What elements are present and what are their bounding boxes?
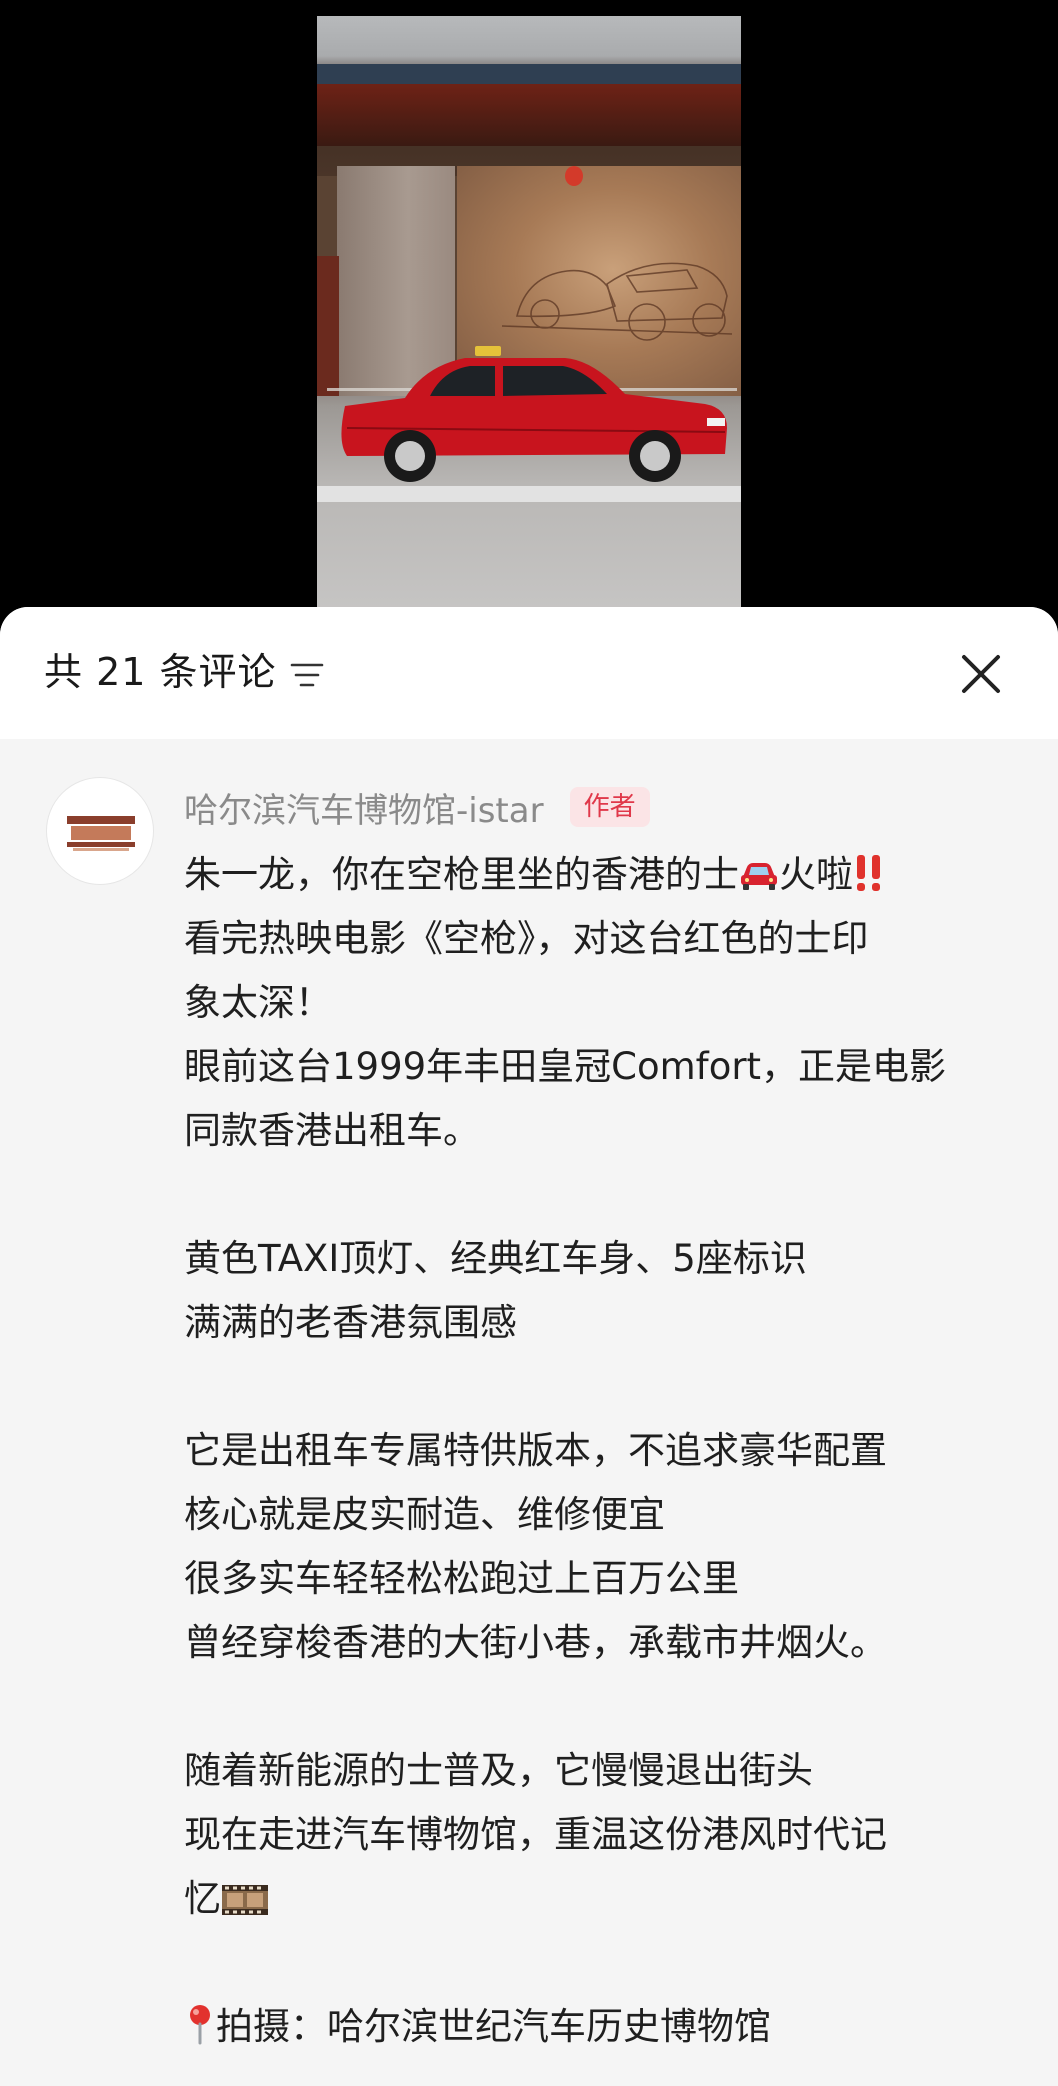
comment-line [184, 1931, 1020, 1995]
comment-count: 共 21 条评论 [44, 650, 277, 694]
comment-line: 随着新能源的士普及，它慢慢退出街头 [184, 1749, 813, 1792]
film-strip-icon [222, 1885, 268, 1915]
ceiling-red-trim [317, 84, 741, 146]
comment-line-text: 朱一龙，你在空枪里坐的香港的士 [184, 853, 739, 896]
comment-line: 拍摄：哈尔滨世纪汽车历史博物馆 [184, 1995, 1020, 2059]
video-player[interactable] [0, 0, 1058, 640]
comment-line: 看完热映电影《空枪》，对这台红色的士印 [184, 917, 869, 960]
comment-line [184, 1355, 1020, 1419]
author-badge: 作者 [569, 787, 650, 827]
red-car-emoji-icon [741, 863, 777, 890]
comment-line: 它是出租车专属特供版本，不追求豪华配置 [184, 1429, 887, 1472]
ceiling-band [317, 64, 741, 84]
museum-logo-icon [67, 816, 135, 851]
comment-line [184, 1163, 1020, 1227]
display-platform [317, 486, 741, 502]
sort-lines-icon[interactable] [290, 661, 324, 689]
avatar[interactable] [46, 777, 154, 885]
comment-line-text: 忆 [184, 1877, 221, 1920]
author-name[interactable]: 哈尔滨汽车博物馆-istar [184, 783, 544, 832]
comment-line: 象太深！ [184, 981, 332, 1024]
comment-line: 忆 [184, 1867, 1020, 1931]
comment-line: 曾经穿梭香港的大街小巷，承载市井烟火。 [184, 1621, 887, 1664]
comment-item[interactable]: 哈尔滨汽车博物馆-istar 作者 朱一龙，你在空枪里坐的香港的士 火啦 看完热… [0, 739, 1058, 2086]
comment-sheet-header: 共 21 条评论 [0, 607, 1058, 739]
comment-line: 朱一龙，你在空枪里坐的香港的士 火啦 [184, 843, 1020, 907]
comment-sheet: 共 21 条评论 哈尔滨汽车博物馆-istar 作者 朱一龙，你在空枪里坐的香港… [0, 607, 1058, 2086]
close-x-icon[interactable] [958, 651, 1004, 697]
double-exclamation-icon [857, 855, 880, 891]
author-line: 哈尔滨汽车博物馆-istar 作者 [184, 779, 650, 835]
comment-line: 满满的老香港氛围感 [184, 1301, 517, 1344]
comment-line: 眼前这台1999年丰田皇冠Comfort，正是电影 [184, 1045, 947, 1088]
comment-line: 黄色TAXI顶灯、经典红车身、5座标识 [184, 1237, 807, 1280]
red-taxi-car [341, 346, 727, 482]
comment-line-text: 火啦 [779, 853, 853, 896]
video-frame-taxi-exhibit[interactable] [317, 16, 741, 640]
car-sketch-mural [501, 262, 733, 341]
comment-line: 现在走进汽车博物馆，重温这份港风时代记 [184, 1813, 887, 1856]
comment-text: 朱一龙，你在空枪里坐的香港的士 火啦 看完热映电影《空枪》，对这台红色的士印 象… [184, 843, 1020, 2059]
comment-line: 很多实车轻轻松松跑过上百万公里 [184, 1557, 739, 1600]
red-lantern [565, 166, 583, 186]
comment-line: 同款香港出租车。 [184, 1109, 480, 1152]
comment-line [184, 1675, 1020, 1739]
round-pushpin-icon [190, 2005, 210, 2045]
comment-line-text: 拍摄：哈尔滨世纪汽车历史博物馆 [216, 2005, 771, 2048]
comment-line: 核心就是皮实耐造、维修便宜 [184, 1493, 665, 1536]
